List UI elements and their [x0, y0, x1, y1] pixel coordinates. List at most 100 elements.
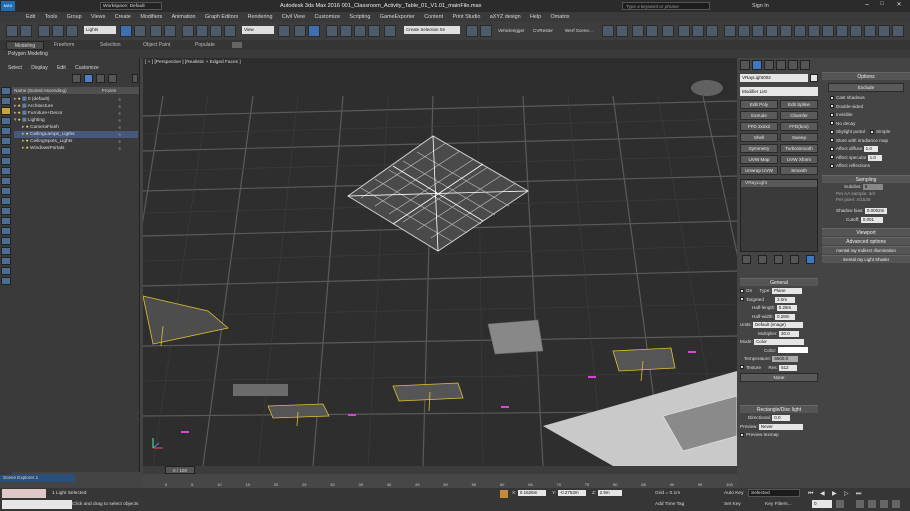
maximize-button[interactable]: □: [875, 1, 889, 11]
go-to-end-icon[interactable]: ⏭: [856, 490, 864, 498]
select-by-name-icon[interactable]: [134, 25, 146, 37]
menu-animation[interactable]: Animation: [172, 12, 196, 22]
curve-editor-icon[interactable]: [632, 25, 644, 37]
simple-checkbox[interactable]: [870, 129, 875, 134]
preview-dropdown[interactable]: Never: [758, 423, 803, 430]
invisible-checkbox[interactable]: [830, 112, 834, 117]
mod-turbosmooth-button[interactable]: TurboSmooth: [780, 144, 818, 153]
freeze-icon[interactable]: ❄: [118, 124, 124, 131]
mod-ffd-box-button[interactable]: FFD(box): [780, 122, 818, 131]
display-geometry-icon[interactable]: [1, 87, 11, 95]
modifier-list-dropdown[interactable]: Modifier List: [740, 87, 818, 96]
mod-chamfer-button[interactable]: Chamfer: [780, 111, 818, 120]
display-invert-icon[interactable]: [1, 217, 11, 225]
tab-freeform[interactable]: Freeform: [54, 41, 74, 50]
mod-edit-poly-button[interactable]: Edit Poly: [740, 100, 778, 109]
mode-dropdown[interactable]: Color: [754, 339, 805, 345]
undo-icon[interactable]: [6, 25, 18, 37]
mod-sweep-button[interactable]: Sweep: [780, 133, 818, 142]
percent-snap-icon[interactable]: [354, 25, 366, 37]
options-rollout-header[interactable]: Options: [822, 72, 910, 80]
maximize-viewport-icon[interactable]: [892, 500, 900, 508]
menu-scripting[interactable]: Scripting: [349, 12, 370, 22]
freeze-icon[interactable]: ❄: [118, 138, 124, 145]
menu-gameexporter[interactable]: GameExporter: [380, 12, 415, 22]
menu-help[interactable]: Help: [530, 12, 541, 22]
targeted-field[interactable]: 2.0m: [775, 296, 796, 303]
directional-field[interactable]: 0.0: [772, 415, 791, 421]
ribbon-options-icon[interactable]: [232, 42, 242, 48]
vray-fur-icon[interactable]: [808, 25, 820, 37]
preview-texmap-checkbox[interactable]: [740, 432, 744, 437]
affect-specular-field[interactable]: 1.0: [867, 154, 882, 161]
scene-menu-customize[interactable]: Customize: [75, 65, 99, 71]
link-icon[interactable]: [38, 25, 50, 37]
maxscript-listener[interactable]: [2, 489, 46, 498]
bind-space-warp-icon[interactable]: [66, 25, 78, 37]
vray-proxy-icon[interactable]: [794, 25, 806, 37]
targeted-checkbox[interactable]: [740, 297, 744, 302]
res-field[interactable]: 512: [779, 364, 798, 371]
display-lights-icon[interactable]: [1, 107, 11, 115]
time-config-icon[interactable]: [836, 500, 844, 508]
vray-frame-buffer-icon[interactable]: [850, 25, 862, 37]
mr-indirect-rollout-header[interactable]: mental ray Indirect Illumination: [822, 246, 910, 254]
display-groups-icon[interactable]: [1, 147, 11, 155]
edit-named-sel-icon[interactable]: [384, 25, 396, 37]
z-field[interactable]: 2.9m: [597, 490, 622, 496]
remove-modifier-icon[interactable]: [790, 255, 799, 264]
filter-frozen-icon[interactable]: [1, 267, 11, 275]
play-icon[interactable]: ▶: [832, 490, 840, 498]
schematic-view-icon[interactable]: [646, 25, 658, 37]
hierarchy-tab-icon[interactable]: [764, 60, 774, 70]
current-frame-field[interactable]: 0: [812, 500, 832, 508]
material-explorer-icon[interactable]: [1, 257, 11, 265]
plugin-cvrester[interactable]: CVRester: [533, 27, 553, 35]
freeze-icon[interactable]: ❄: [118, 103, 124, 110]
display-containers-icon[interactable]: [1, 187, 11, 195]
half-width-field[interactable]: 0.28m: [774, 313, 795, 320]
menu-edit[interactable]: Edit: [26, 12, 35, 22]
double-sided-checkbox[interactable]: [830, 104, 834, 109]
key-filters-button[interactable]: Key Filters...: [765, 500, 792, 509]
vray-sun-icon[interactable]: [766, 25, 778, 37]
mod-ffd-2x2x2-button[interactable]: FFD 2x2x2: [740, 122, 778, 131]
create-tab-icon[interactable]: [740, 60, 750, 70]
mod-symmetry-button[interactable]: Symmetry: [740, 144, 778, 153]
pan-icon[interactable]: [880, 500, 888, 508]
show-end-result-icon[interactable]: [758, 255, 767, 264]
place-icon[interactable]: [224, 25, 236, 37]
select-object-icon[interactable]: [120, 25, 132, 37]
display-cameras-icon[interactable]: [1, 117, 11, 125]
vray-plane-icon[interactable]: [822, 25, 834, 37]
display-none-icon[interactable]: [1, 207, 11, 215]
mod-smooth-button[interactable]: Smooth: [780, 166, 818, 175]
column-frozen[interactable]: Frozen: [102, 87, 116, 94]
menu-graph-editors[interactable]: Graph Editors: [205, 12, 238, 22]
lock-selection-icon[interactable]: [500, 490, 508, 498]
vray-dome-icon[interactable]: [780, 25, 792, 37]
utilities-tab-icon[interactable]: [800, 60, 810, 70]
display-all-icon[interactable]: [1, 197, 11, 205]
named-selection-dropdown[interactable]: Create Selection Se: [404, 26, 460, 34]
display-tab-icon[interactable]: [788, 60, 798, 70]
time-slider-handle[interactable]: 0 / 100: [165, 466, 195, 474]
material-editor-icon[interactable]: [662, 25, 674, 37]
affect-reflections-checkbox[interactable]: [830, 163, 834, 168]
reference-coord-dropdown[interactable]: View: [242, 26, 274, 34]
menu-create[interactable]: Create: [115, 12, 131, 22]
freeze-icon[interactable]: ❄: [118, 110, 124, 117]
vray-render-icon[interactable]: [724, 25, 736, 37]
tab-object-paint[interactable]: Object Paint: [143, 41, 170, 50]
make-unique-icon[interactable]: [774, 255, 783, 264]
filter-display-icon[interactable]: [72, 74, 81, 83]
window-crossing-icon[interactable]: [164, 25, 176, 37]
scene-explorer-icon[interactable]: [616, 25, 628, 37]
vray-material-icon[interactable]: [864, 25, 876, 37]
orbit-icon[interactable]: [868, 500, 876, 508]
mod-edit-spline-button[interactable]: Edit Spline: [780, 100, 818, 109]
rectangle-disc-rollout-header[interactable]: Rectangle/Disc light: [740, 405, 818, 413]
filter-select-icon[interactable]: [96, 74, 105, 83]
object-name-field[interactable]: VRayLight002: [740, 74, 808, 82]
scene-menu-edit[interactable]: Edit: [57, 65, 66, 71]
